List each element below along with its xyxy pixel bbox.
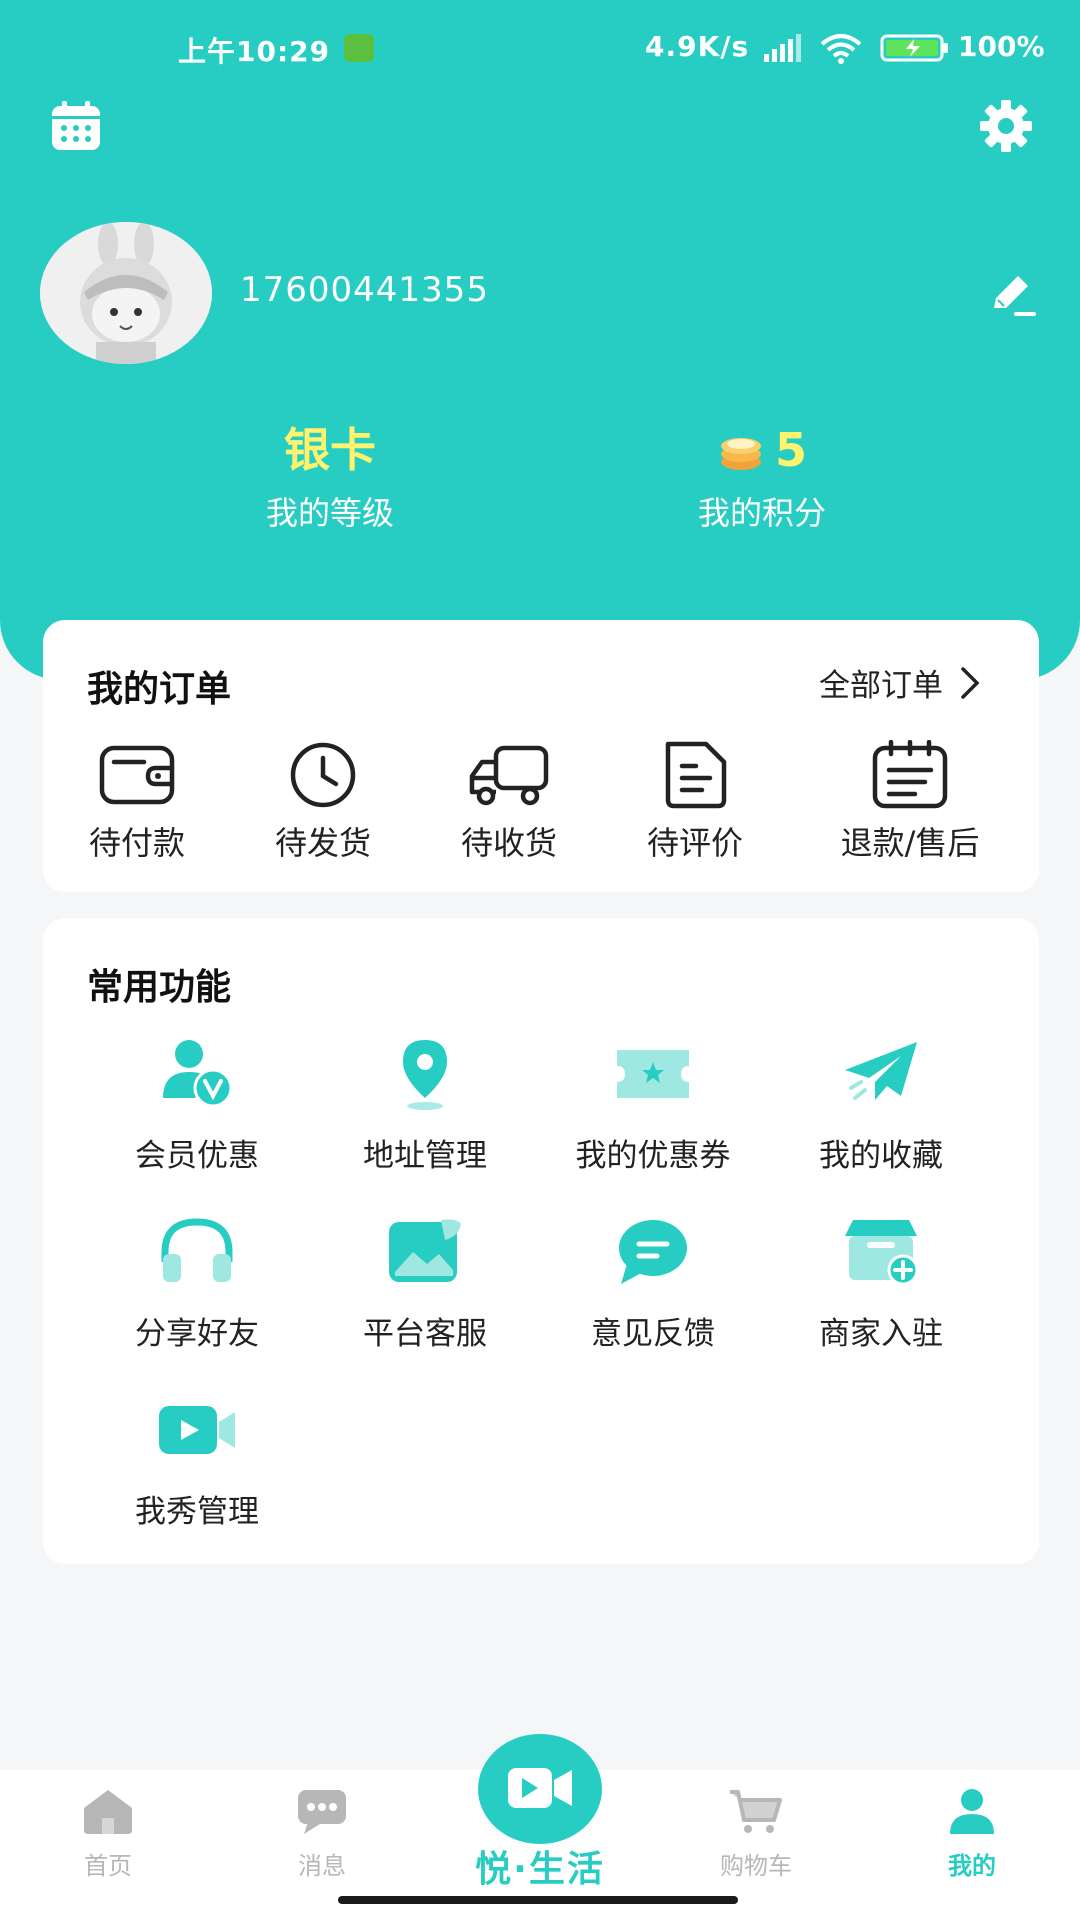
cart-icon: [730, 1790, 782, 1833]
func-show-management[interactable]: 我秀管理: [83, 1392, 311, 1531]
chat-bubble-icon: [619, 1220, 687, 1284]
func-label: 地址管理: [363, 1138, 487, 1174]
order-pending-review[interactable]: 待评价: [621, 740, 769, 864]
nav-label: 购物车: [720, 1852, 792, 1880]
signal-icon: [764, 34, 801, 62]
func-label: 商家入驻: [819, 1316, 943, 1352]
level-stat[interactable]: 银卡 我的等级: [180, 420, 480, 534]
points-stat[interactable]: 5 我的积分: [612, 420, 912, 534]
order-label: 待评价: [646, 824, 743, 862]
user-phone: 17600441355: [240, 270, 489, 310]
points-value: 5: [774, 423, 807, 477]
truck-icon: [469, 745, 549, 806]
points-label: 我的积分: [697, 494, 826, 532]
calendar-icon[interactable]: [48, 98, 104, 154]
all-orders-label: 全部订单: [819, 668, 943, 704]
order-pending-shipment[interactable]: 待发货: [249, 740, 397, 864]
nav-messages[interactable]: 消息: [252, 1786, 392, 1881]
vip-user-icon: [163, 1040, 233, 1108]
battery-percent: 100%: [958, 30, 1045, 63]
clock-icon: [290, 742, 356, 808]
chevron-right-icon: [961, 666, 980, 699]
coins-icon: [720, 438, 761, 470]
battery-icon: [880, 34, 948, 62]
functions-card: 常用功能 会员优惠 地址管理 我的优惠券 我的收藏 分享好友 平台客服 意见反馈…: [43, 918, 1039, 1564]
func-label: 我的收藏: [819, 1138, 943, 1174]
func-member-discount[interactable]: 会员优惠: [83, 1036, 311, 1175]
nav-profile[interactable]: 我的: [902, 1786, 1042, 1881]
func-label: 我的优惠券: [575, 1138, 731, 1174]
user-icon: [950, 1789, 994, 1834]
status-time: 上午10:29: [178, 35, 331, 68]
all-orders-link[interactable]: 全部订单: [819, 660, 983, 705]
video-camera-icon: [508, 1768, 572, 1808]
order-label: 待付款: [88, 824, 185, 862]
wallet-icon: [99, 745, 175, 805]
nav-label: 消息: [298, 1852, 346, 1880]
nav-cart[interactable]: 购物车: [686, 1786, 826, 1881]
bunny-avatar-icon: [40, 222, 212, 364]
func-my-coupons[interactable]: 我的优惠券: [539, 1036, 767, 1175]
level-label: 我的等级: [265, 494, 394, 532]
image-icon: [389, 1219, 461, 1282]
avatar[interactable]: [40, 222, 212, 364]
func-label: 分享好友: [135, 1316, 259, 1352]
center-video-button[interactable]: [478, 1734, 602, 1844]
func-address-management[interactable]: 地址管理: [311, 1036, 539, 1175]
clipboard-icon: [872, 740, 948, 809]
order-label: 待发货: [274, 824, 371, 862]
func-feedback[interactable]: 意见反馈: [539, 1214, 767, 1353]
home-indicator[interactable]: [338, 1896, 738, 1904]
orders-card: 我的订单 全部订单 待付款 待发货 待收货 待评价 退款/售后: [43, 620, 1039, 892]
nav-label: 首页: [84, 1852, 132, 1880]
ticket-icon: [617, 1050, 689, 1098]
order-label: 待收货: [460, 824, 557, 862]
location-pin-icon: [403, 1040, 447, 1110]
level-value: 银卡: [284, 423, 376, 477]
func-merchant-join[interactable]: 商家入驻: [767, 1214, 995, 1353]
store-add-icon: [845, 1220, 919, 1286]
center-brand-label: 悦·生活: [475, 1849, 605, 1890]
document-icon: [665, 741, 727, 809]
order-refund-aftersale[interactable]: 退款/售后: [815, 740, 1005, 864]
order-pending-payment[interactable]: 待付款: [63, 740, 211, 864]
func-platform-service[interactable]: 平台客服: [311, 1214, 539, 1353]
headphones-icon: [161, 1218, 233, 1282]
wifi-icon: [820, 34, 862, 64]
func-label: 意见反馈: [591, 1316, 715, 1352]
message-icon: [298, 1790, 346, 1834]
func-my-favorites[interactable]: 我的收藏: [767, 1036, 995, 1175]
functions-title: 常用功能: [87, 967, 232, 1008]
net-speed: 4.9K/s: [645, 30, 750, 63]
order-label: 退款/售后: [840, 824, 980, 862]
func-label: 我秀管理: [135, 1494, 259, 1530]
orders-title: 我的订单: [87, 669, 232, 710]
home-icon: [84, 1790, 132, 1834]
nav-label: 我的: [948, 1852, 996, 1880]
video-icon: [159, 1406, 235, 1454]
app-notification-icon: [344, 34, 374, 62]
order-pending-receipt[interactable]: 待收货: [435, 740, 583, 864]
gear-icon[interactable]: [978, 98, 1034, 154]
paper-plane-icon: [845, 1042, 917, 1100]
func-label: 会员优惠: [135, 1138, 259, 1174]
nav-home[interactable]: 首页: [38, 1786, 178, 1881]
func-label: 平台客服: [363, 1316, 487, 1352]
status-bar: 上午10:29 4.9K/s 100%: [0, 22, 1080, 72]
edit-icon[interactable]: [986, 272, 1038, 320]
func-share-friends[interactable]: 分享好友: [83, 1214, 311, 1353]
